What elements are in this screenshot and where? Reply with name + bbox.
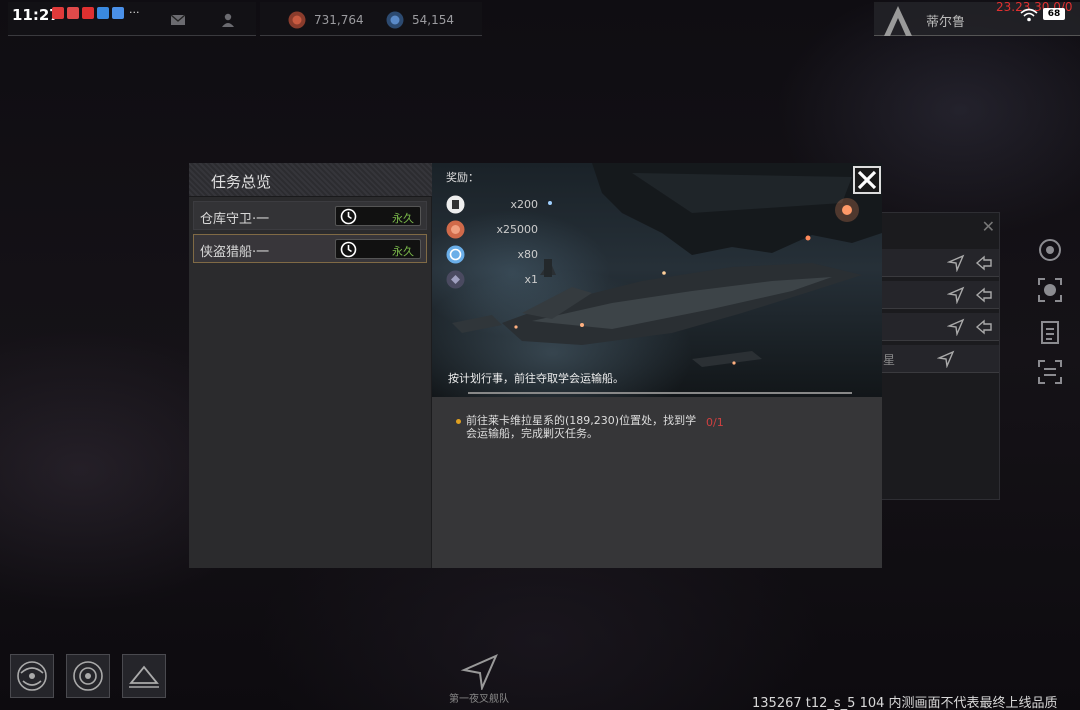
navigate-icon[interactable]	[947, 286, 965, 304]
blueprint-icon	[446, 195, 465, 214]
galaxy-button[interactable]	[10, 654, 54, 698]
faction-logo-icon	[884, 6, 912, 36]
quest-duration: 永久	[392, 245, 414, 258]
objective-panel: 前往莱卡维拉星系的(189,230)位置处，找到学会运输船，完成剿灭任务。 0/…	[432, 397, 882, 568]
scan-planet-icon[interactable]	[1036, 276, 1064, 304]
app-notification-icon	[82, 7, 94, 19]
navigate-icon[interactable]	[947, 318, 965, 336]
arrow-left-icon[interactable]	[975, 286, 993, 304]
quest-description: 按计划行事，前往夺取学会运输船。	[448, 372, 624, 385]
reward-item: x1	[446, 270, 566, 290]
fleet-label[interactable]: 第一夜叉舰队	[449, 690, 509, 705]
tracker-row[interactable]: 星	[881, 345, 999, 373]
divider	[468, 392, 852, 394]
app-notification-icon	[52, 7, 64, 19]
objective-bullet	[456, 419, 461, 424]
credits-value: 731,764	[314, 13, 364, 27]
reward-quantity: x80	[517, 248, 538, 261]
rewards-label: 奖励：	[446, 171, 479, 184]
quest-name: 侠盗猎船·一	[200, 245, 270, 260]
close-button[interactable]	[853, 166, 881, 194]
navigate-icon[interactable]	[937, 350, 955, 368]
credits-resource[interactable]: 731,764	[288, 11, 364, 29]
app-notification-icon	[112, 7, 124, 19]
objective-text: 前往莱卡维拉星系的(189,230)位置处，找到学会运输船，完成剿灭任务。	[466, 414, 697, 440]
quest-list-title: 任务总览	[211, 173, 272, 191]
background-quest-tracker: ✕ 星	[880, 212, 1000, 500]
star-system-button[interactable]	[66, 654, 110, 698]
battery-indicator: 68	[1043, 8, 1065, 20]
crystal-icon	[386, 11, 404, 29]
scan-frame-icon[interactable]	[1036, 358, 1064, 386]
quest-item[interactable]: 仓库守卫·一 永久	[193, 201, 427, 230]
game-screen: 11:27 ··· 731,764 54,154 蒂尔鲁 23.23.30.0/…	[0, 0, 1080, 710]
tracker-row-text: 星	[883, 353, 896, 367]
reward-item: x25000	[446, 220, 566, 240]
arrow-left-icon[interactable]	[975, 318, 993, 336]
reward-quantity: x200	[510, 198, 538, 211]
player-name: 蒂尔鲁	[926, 15, 966, 30]
fleet-navigate-icon[interactable]	[460, 652, 500, 690]
friends-icon[interactable]	[220, 13, 236, 27]
quest-list-pane: 任务总览 仓库守卫·一 永久 侠盗猎船·一 永久	[189, 163, 432, 568]
quest-list-header: 任务总览	[189, 163, 432, 197]
notification-more: ···	[129, 6, 140, 19]
tracker-row[interactable]	[881, 281, 999, 309]
quest-name: 仓库守卫·一	[200, 212, 270, 227]
quest-timer: 永久	[335, 206, 421, 226]
navigate-icon[interactable]	[947, 254, 965, 272]
secondary-value: 54,154	[412, 13, 454, 27]
clock-icon	[340, 241, 357, 258]
objective-progress: 0/1	[706, 416, 724, 429]
quest-scene-image: 奖励： x200 x25000 x80 x1 按计划行事，前往夺取学会运输船。	[432, 163, 882, 397]
quest-detail-pane: 奖励： x200 x25000 x80 x1 按计划行事，前往夺取学会运输船。 …	[432, 163, 882, 568]
reward-item: x200	[446, 195, 566, 215]
notification-icons: ···	[52, 7, 140, 19]
quest-item-selected[interactable]: 侠盗猎船·一 永久	[193, 234, 427, 263]
app-notification-icon	[67, 7, 79, 19]
credits-icon	[446, 220, 465, 239]
secondary-resource[interactable]: 54,154	[386, 11, 454, 29]
close-icon[interactable]: ✕	[982, 217, 995, 236]
wifi-icon	[1020, 8, 1038, 22]
module-icon	[446, 270, 465, 289]
clipboard-icon[interactable]	[1036, 318, 1064, 346]
orbit-icon	[73, 661, 103, 691]
reward-quantity: x25000	[496, 223, 538, 236]
quest-overview-modal: 任务总览 仓库守卫·一 永久 侠盗猎船·一 永久 奖励： x200 x25000…	[189, 163, 882, 568]
base-button[interactable]	[122, 654, 166, 698]
app-notification-icon	[97, 7, 109, 19]
build-watermark: 135267 t12_s_5 104 内测画面不代表最终上线品质	[752, 696, 1058, 710]
quest-timer: 永久	[335, 239, 421, 259]
reward-item: x80	[446, 245, 566, 265]
galaxy-icon	[17, 661, 47, 691]
clock-icon	[340, 208, 357, 225]
quest-duration: 永久	[392, 212, 414, 225]
mountain-icon	[129, 665, 159, 688]
reward-quantity: x1	[524, 273, 538, 286]
mail-icon[interactable]	[170, 13, 186, 27]
tracker-row[interactable]	[881, 313, 999, 341]
crystal-icon	[446, 245, 465, 264]
tracker-row[interactable]	[881, 249, 999, 277]
resource-bar: 731,764 54,154	[260, 2, 482, 36]
credits-icon	[288, 11, 306, 29]
close-icon	[857, 170, 877, 190]
radar-icon[interactable]	[1036, 236, 1064, 264]
arrow-left-icon[interactable]	[975, 254, 993, 272]
